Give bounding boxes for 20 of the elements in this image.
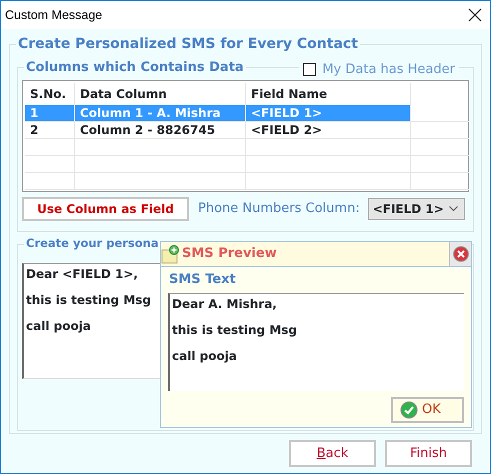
table-cell: <FIELD 2> (246, 122, 411, 139)
popup-title: SMS Preview (182, 245, 277, 264)
message-line: call pooja (26, 318, 91, 334)
table-cell: Column 2 - 8826745 (75, 122, 246, 139)
window-title: Custom Message (5, 6, 102, 24)
preview-line: this is testing Msg (172, 322, 297, 338)
preview-label: SMS Text (169, 272, 237, 288)
message-line: this is testing Msg (26, 292, 151, 308)
table-cell: <FIELD 1> (246, 105, 411, 122)
message-line: Dear <FIELD 1>, (26, 266, 138, 282)
preview-line: Dear A. Mishra, (172, 296, 277, 312)
table-cell: Column 1 - A. Mishra (75, 105, 246, 122)
checkbox-label: My Data has Header (322, 61, 455, 79)
table-cell: 2 (25, 122, 75, 139)
phone-column-label: Phone Numbers Column: (198, 200, 360, 218)
group-title: Columns which Contains Data (24, 61, 246, 74)
group-title: Create Personalized SMS for Every Contact (16, 37, 360, 51)
preview-line: call pooja (172, 348, 237, 364)
group-title: Create your persona (24, 238, 161, 250)
table-cell: 1 (25, 105, 75, 122)
